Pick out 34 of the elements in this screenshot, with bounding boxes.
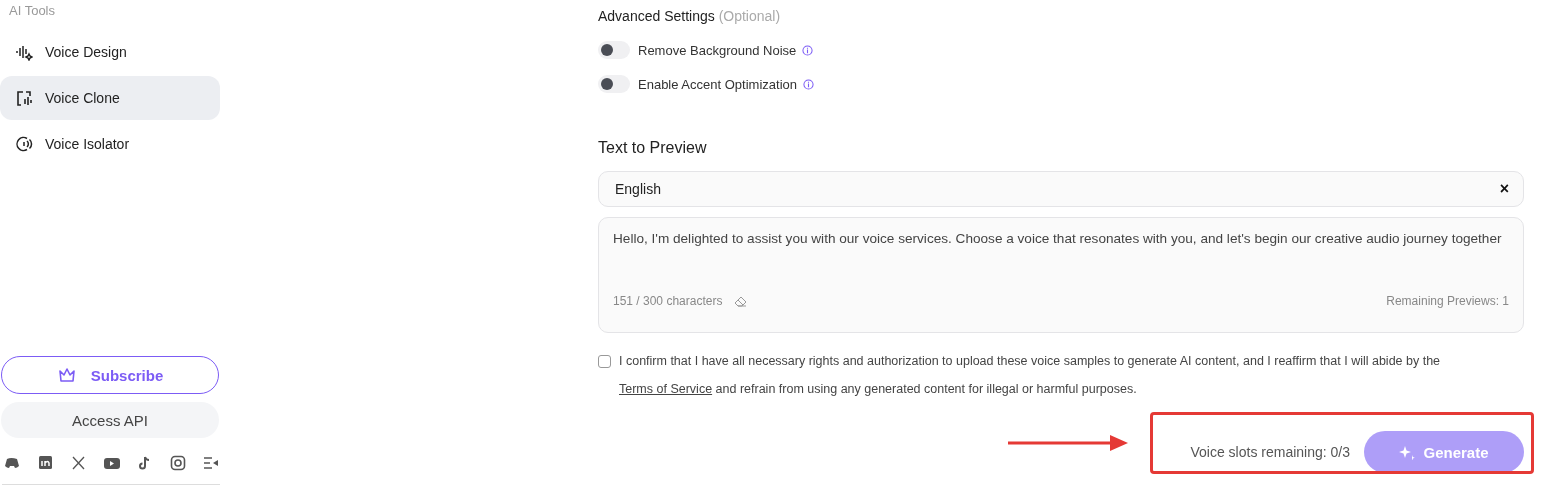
toggle-label: Enable Accent Optimization: [638, 76, 797, 92]
close-button[interactable]: ×: [1499, 180, 1509, 198]
section-title: Advanced Settings (Optional): [598, 8, 782, 25]
info-icon: [803, 78, 814, 90]
info-icon: [802, 44, 814, 56]
instagram-icon[interactable]: [169, 454, 187, 472]
sound-wave-icon: [15, 43, 33, 61]
consent-text: I confirm that I have all necessary rights and authorization to upload these voice samples to generate AI content, and I reaffirm that I will abide by the Terms of Service and refrain from using any generated content for illegal or harmful purposes.: [619, 353, 1442, 398]
isolator-icon: [15, 135, 33, 153]
subscribe-button[interactable]: Subscribe: [1, 356, 219, 394]
sparkle-icon: [1399, 444, 1416, 460]
language-select[interactable]: English ×: [598, 171, 1524, 207]
terms-link[interactable]: Terms of Service: [619, 382, 713, 396]
language-value: English: [615, 181, 661, 197]
sidebar-item[interactable]: Voice Design: [0, 30, 220, 74]
checkbox[interactable]: [598, 355, 611, 368]
feed-icon[interactable]: [202, 454, 220, 472]
sidebar-item[interactable]: Voice Isolator: [0, 122, 220, 166]
character-count: 151 / 300 characters: [613, 294, 723, 308]
toggle-switch[interactable]: [598, 41, 630, 59]
linkedin-icon[interactable]: [37, 454, 55, 472]
clone-voice-icon: [15, 89, 33, 107]
text-area[interactable]: Hello, I'm delighted to assist you with our voice services. Choose a voice that resonates with you, and let's begin our creative audio journey together 151 / 300 characters Remaining Previews: 1: [598, 217, 1524, 333]
toggle-label: Remove Background Noise: [638, 42, 797, 58]
slots-remaining: Voice slots remaining: 0/3: [1190, 444, 1350, 460]
eraser-icon[interactable]: [734, 295, 748, 307]
section-title: AI Tools: [9, 3, 56, 18]
sidebar-item[interactable]: Voice Clone: [0, 76, 220, 120]
section-title: Text to Preview: [598, 139, 708, 158]
access-api-button[interactable]: Access API: [1, 402, 219, 438]
crown-icon: [56, 366, 77, 384]
remaining-previews: Remaining Previews: 1: [1386, 294, 1509, 308]
preview-text: Hello, I'm delighted to assist you with our voice services. Choose a voice that resonates with you, and let's begin our creative audio journey together: [613, 230, 1503, 248]
toggle-switch[interactable]: [598, 75, 630, 93]
